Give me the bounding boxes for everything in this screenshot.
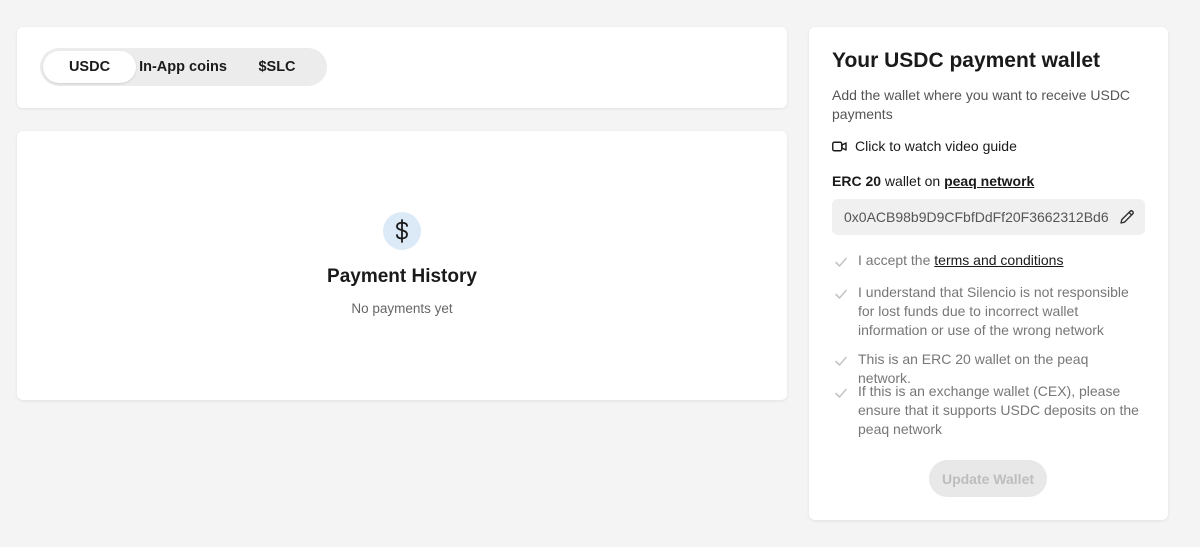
checkmark-icon[interactable] — [832, 352, 850, 370]
payment-history-title: Payment History — [327, 266, 477, 287]
peaq-network-link[interactable]: peaq network — [944, 173, 1034, 189]
responsibility-row: I understand that Silencio is not respon… — [832, 283, 1142, 340]
network-standard: ERC 20 — [832, 173, 882, 189]
tab-slc[interactable]: $SLC — [232, 51, 322, 83]
currency-tab-group: USDC In-App coins $SLC — [40, 48, 327, 86]
pencil-icon[interactable] — [1118, 208, 1136, 226]
checkmark-icon[interactable] — [832, 384, 850, 402]
usdc-wallet-card: Your USDC payment wallet Add the wallet … — [809, 27, 1168, 520]
accept-terms-row: I accept the terms and conditions — [832, 251, 1142, 271]
video-camera-icon — [832, 141, 847, 152]
checkmark-icon[interactable] — [832, 285, 850, 303]
wallet-description: Add the wallet where you want to receive… — [832, 87, 1131, 122]
video-guide-label: Click to watch video guide — [855, 138, 1017, 154]
cex-confirm-text: If this is an exchange wallet (CEX), ple… — [858, 383, 1139, 437]
dollar-icon — [383, 212, 421, 250]
payment-history-card: Payment History No payments yet — [17, 131, 787, 400]
wallet-address-input[interactable] — [844, 207, 1108, 227]
wallet-title: Your USDC payment wallet — [832, 49, 1100, 72]
accept-terms-prefix: I accept the — [858, 252, 935, 268]
tab-in-app-coins[interactable]: In-App coins — [138, 51, 228, 83]
video-guide-link[interactable]: Click to watch video guide — [832, 138, 1017, 154]
no-payments-text: No payments yet — [351, 301, 453, 316]
wallet-network-line: ERC 20 wallet on peaq network — [832, 173, 1034, 189]
terms-and-conditions-link[interactable]: terms and conditions — [934, 252, 1063, 268]
accept-terms-text: I accept the terms and conditions — [858, 251, 1063, 271]
network-middle-text: wallet on — [881, 173, 945, 189]
responsibility-text: I understand that Silencio is not respon… — [858, 284, 1129, 338]
wallet-address-field-wrap — [832, 199, 1145, 235]
checkmark-icon[interactable] — [832, 253, 850, 271]
tab-usdc[interactable]: USDC — [43, 51, 136, 83]
cex-confirm-row: If this is an exchange wallet (CEX), ple… — [832, 382, 1142, 439]
currency-tabs-card: USDC In-App coins $SLC — [17, 27, 787, 108]
update-wallet-button[interactable]: Update Wallet — [929, 460, 1047, 497]
